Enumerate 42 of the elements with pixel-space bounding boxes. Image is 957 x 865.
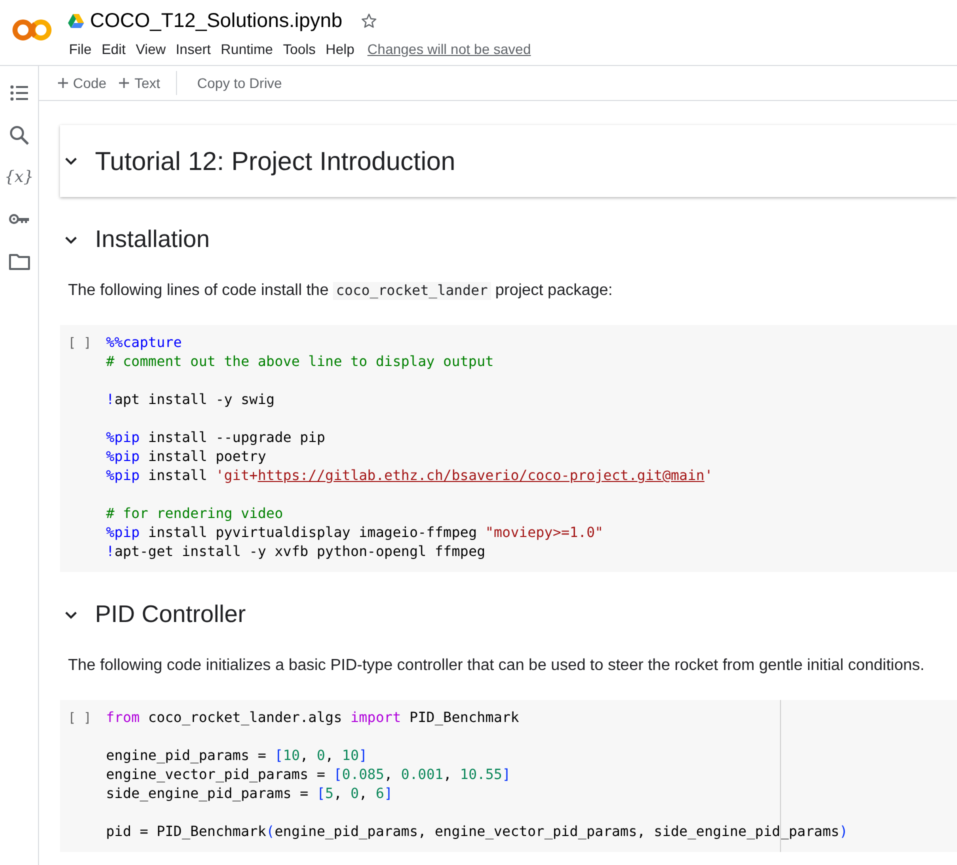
search-icon[interactable] xyxy=(8,124,30,146)
code-line: %%capture xyxy=(106,334,183,353)
run-cell-button[interactable]: [ ] xyxy=(60,709,106,842)
code-line: pid = PID_Benchmark(engine_pid_params, engine_vector_pid_params, side_engine_pid_params) xyxy=(106,823,849,842)
code-line: %pip install --upgrade pip xyxy=(106,429,326,448)
run-cell-button[interactable]: [ ] xyxy=(60,334,106,562)
code-line: from coco_rocket_lander.algs import PID_Benchmark xyxy=(106,709,520,728)
menu-item[interactable]: Insert xyxy=(170,39,216,59)
code-line: %pip install 'git+https://gitlab.ethz.ch/bsaverio/coco-project.git@main' xyxy=(106,467,714,486)
section-heading: PID Controller xyxy=(95,601,246,629)
code-line: engine_vector_pid_params = [0.085, 0.001, 10.55] xyxy=(106,766,512,785)
menu-item[interactable]: File xyxy=(64,39,97,59)
menu-item[interactable]: Help xyxy=(320,39,360,59)
add-cell-button[interactable]: Text xyxy=(112,71,166,95)
paragraph: The following lines of code install the coco_rocket_lander project package: xyxy=(68,281,614,302)
notebook-heading: Tutorial 12: Project Introduction xyxy=(95,146,456,176)
drive-icon[interactable] xyxy=(68,14,84,28)
plus-icon xyxy=(57,77,69,89)
code-line: engine_pid_params = [10, 0, 10] xyxy=(106,747,368,766)
menu-item[interactable]: Runtime xyxy=(216,39,278,59)
notebook-title[interactable]: COCO_T12_Solutions.ipynb xyxy=(90,10,342,32)
code-link[interactable]: https://gitlab.ethz.ch/bsaverio/coco-project.git@main xyxy=(258,468,704,484)
code-line: # for rendering video xyxy=(106,505,284,524)
code-line: !apt-get install -y xvfb python-opengl ffmpeg xyxy=(106,543,486,562)
variables-icon[interactable]: {x} xyxy=(8,166,30,188)
add-cell-button[interactable]: Code xyxy=(51,71,112,95)
code-line: %pip install poetry xyxy=(106,448,268,467)
menu-item[interactable]: Tools xyxy=(278,39,321,59)
code-line: # comment out the above line to display output xyxy=(106,353,495,372)
paragraph: The following code initializes a basic PID-type controller that can be used to steer the rocket from gentle initial conditions. xyxy=(68,656,926,676)
menu-item[interactable]: View xyxy=(130,39,171,59)
copy-to-drive-button[interactable]: Copy to Drive xyxy=(191,71,288,95)
code-line: !apt install -y swig xyxy=(106,391,276,410)
logo-icon[interactable] xyxy=(12,18,52,42)
code-line: %pip install pyvirtualdisplay imageio-ffmpeg "moviepy>=1.0" xyxy=(106,524,604,543)
plus-icon xyxy=(118,77,130,89)
section-heading: Installation xyxy=(95,226,210,254)
code-cell[interactable] xyxy=(60,700,957,852)
save-notice-link[interactable]: Changes will not be saved xyxy=(367,41,531,57)
code-line: side_engine_pid_params = [5, 0, 6] xyxy=(106,785,394,804)
menu-item[interactable]: Edit xyxy=(96,39,131,59)
star-icon[interactable] xyxy=(360,12,378,30)
